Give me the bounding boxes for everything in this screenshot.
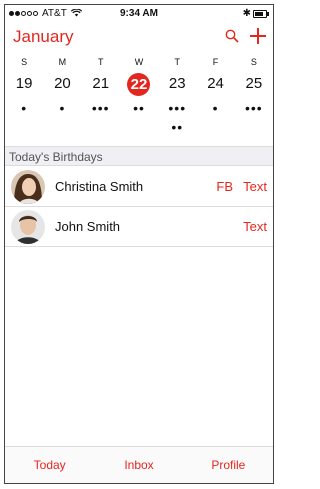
- event-dots: •: [21, 100, 28, 116]
- date-cell[interactable]: 21: [82, 73, 120, 95]
- weekday-label: T: [174, 57, 181, 67]
- search-icon[interactable]: [225, 29, 239, 43]
- battery-icon: [253, 10, 269, 18]
- event-dots: •••: [91, 100, 110, 116]
- tab-profile[interactable]: Profile: [184, 447, 273, 483]
- event-indicators: • • ••• •• ••• • •••: [5, 100, 273, 116]
- text-button[interactable]: Text: [243, 167, 267, 207]
- weekday-label: T: [97, 57, 104, 67]
- contact-name: Christina Smith: [55, 179, 144, 194]
- avatar: [11, 170, 45, 204]
- phone-screen: AT&T 9:34 AM ✱ January S M T W T F S 19 …: [4, 4, 274, 484]
- text-button[interactable]: Text: [243, 207, 267, 247]
- date-cell[interactable]: 23: [158, 73, 196, 95]
- tab-inbox[interactable]: Inbox: [94, 447, 183, 483]
- tab-bar: Today Inbox Profile: [5, 446, 273, 483]
- add-icon[interactable]: [249, 27, 267, 45]
- event-dots: [235, 122, 273, 132]
- event-dots: [5, 122, 43, 132]
- event-dots: [196, 122, 234, 132]
- weekday-header: S M T W T F S: [5, 57, 273, 67]
- date-cell[interactable]: 25: [235, 73, 273, 95]
- event-dots: [43, 122, 81, 132]
- weekday-label: S: [21, 57, 28, 67]
- bluetooth-icon: ✱: [242, 8, 251, 19]
- date-cell[interactable]: 20: [43, 73, 81, 95]
- birthdays-section-header: Today's Birthdays: [5, 146, 273, 166]
- birthday-row[interactable]: Christina Smith FB Text: [5, 167, 273, 207]
- contact-name: John Smith: [55, 219, 121, 234]
- event-dots: •••: [244, 100, 263, 116]
- week-dates: 19 20 21 22 23 24 25: [5, 73, 273, 96]
- birthday-row[interactable]: John Smith Text: [5, 207, 273, 247]
- date-cell[interactable]: 19: [5, 73, 43, 95]
- selected-date: 22: [127, 73, 151, 96]
- month-title[interactable]: January: [13, 27, 73, 47]
- event-dots: [82, 122, 120, 132]
- date-cell-selected[interactable]: 22: [120, 73, 158, 96]
- event-dots: [120, 122, 158, 132]
- event-dots: ••: [133, 100, 145, 116]
- weekday-label: F: [212, 57, 219, 67]
- status-time: 9:34 AM: [120, 8, 158, 19]
- status-bar: AT&T 9:34 AM ✱: [5, 5, 273, 23]
- event-dots: •••: [168, 100, 187, 116]
- event-dots: •: [59, 100, 66, 116]
- weekday-label: M: [58, 57, 67, 67]
- avatar: [11, 210, 45, 244]
- event-dots: •: [212, 100, 219, 116]
- tab-today[interactable]: Today: [5, 447, 94, 483]
- weekday-label: S: [250, 57, 257, 67]
- weekday-label: W: [134, 57, 144, 67]
- date-cell[interactable]: 24: [196, 73, 234, 95]
- event-dots: ••: [171, 119, 184, 135]
- facebook-button[interactable]: FB: [216, 167, 233, 207]
- event-indicators-row2: ••: [5, 119, 273, 135]
